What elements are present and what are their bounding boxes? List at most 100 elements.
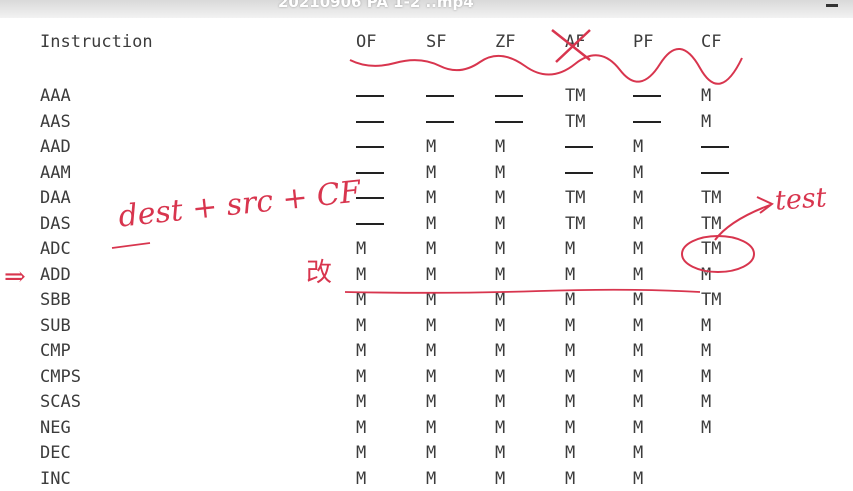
flag-zf: M — [495, 468, 506, 489]
flag-cf: TM — [701, 188, 722, 208]
flag-cf: TM — [701, 213, 722, 234]
header-zf: ZF — [495, 32, 516, 52]
flag-cf — [701, 137, 729, 157]
flag-af: M — [565, 417, 576, 438]
instruction-name: CMP — [40, 341, 71, 361]
flag-sf: M — [426, 315, 437, 336]
flag-af: TM — [565, 188, 586, 208]
instruction-name: NEG — [40, 417, 71, 438]
flag-of: M — [356, 417, 367, 438]
flag-sf — [426, 112, 454, 132]
instruction-name: ADC — [40, 239, 71, 259]
flag-cf — [701, 163, 729, 183]
flag-af — [565, 163, 593, 183]
undefined-dash — [356, 222, 384, 225]
flag-of — [356, 214, 384, 234]
flag-of: M — [356, 264, 367, 285]
undefined-dash — [356, 146, 384, 148]
flag-pf: M — [633, 239, 644, 259]
flag-zf: M — [495, 264, 506, 285]
minimize-icon[interactable] — [826, 4, 838, 7]
flag-af: TM — [565, 86, 586, 106]
flag-cf: M — [701, 392, 712, 412]
header-cf: CF — [701, 32, 722, 52]
flag-zf — [495, 112, 523, 132]
instruction-name: SUB — [40, 315, 71, 336]
instruction-name: CMPS — [40, 366, 81, 387]
instruction-name: SCAS — [40, 392, 81, 412]
header-sf: SF — [426, 32, 447, 52]
flag-af: M — [565, 341, 576, 361]
instruction-name: DEC — [40, 443, 71, 463]
header-af: AF — [565, 32, 586, 52]
flag-zf: M — [495, 315, 506, 336]
flag-af — [565, 137, 593, 157]
flag-of: M — [356, 315, 367, 336]
flag-of: M — [356, 290, 367, 310]
undefined-dash — [356, 120, 384, 123]
flag-sf: M — [426, 213, 437, 234]
flag-zf: M — [495, 239, 506, 259]
header-of: OF — [356, 32, 377, 52]
instruction-name: SBB — [40, 290, 71, 310]
flag-pf: M — [633, 213, 644, 234]
undefined-dash — [565, 171, 593, 174]
annotation-arrow-add: ⇒ — [4, 262, 26, 292]
flag-zf — [495, 86, 523, 106]
flag-zf: M — [495, 417, 506, 438]
flags-table-document: Instruction OF SF ZF AF PF CF AAA TM M AAS TM M AAD M M… — [0, 18, 853, 491]
flag-cf: TM — [701, 290, 722, 310]
video-title-bar: 20210906 PA 1-2 ..mp4 — [0, 0, 853, 18]
undefined-dash — [633, 120, 661, 123]
flag-pf: M — [633, 290, 644, 310]
flag-of: M — [356, 468, 367, 489]
flag-pf — [633, 112, 661, 132]
flag-pf: M — [633, 468, 644, 489]
flag-of — [356, 86, 384, 106]
flag-of — [356, 137, 384, 157]
flag-of — [356, 112, 384, 132]
instruction-name: AAA — [40, 86, 71, 106]
flag-af: M — [565, 264, 576, 285]
flag-pf: M — [633, 264, 644, 285]
flag-zf: M — [495, 137, 506, 157]
video-title: 20210906 PA 1-2 ..mp4 — [278, 0, 474, 11]
flag-cf: M — [701, 341, 712, 361]
undefined-dash — [426, 120, 454, 123]
undefined-dash — [633, 95, 661, 97]
instruction-name: DAA — [40, 188, 71, 208]
undefined-dash — [426, 95, 454, 97]
flag-pf: M — [633, 366, 644, 387]
instruction-name: AAS — [40, 111, 71, 132]
flag-pf: M — [633, 188, 644, 208]
flag-zf: M — [495, 290, 506, 310]
flag-pf: M — [633, 341, 644, 361]
flag-of: M — [356, 443, 367, 463]
instruction-name: AAM — [40, 162, 71, 183]
flag-cf: M — [701, 264, 712, 285]
flag-sf: M — [426, 188, 437, 208]
flag-sf: M — [426, 417, 437, 438]
flag-sf: M — [426, 443, 437, 463]
flag-pf: M — [633, 417, 644, 438]
flag-of: M — [356, 392, 367, 412]
undefined-dash — [701, 146, 729, 148]
flag-of — [356, 163, 384, 183]
flag-af: TM — [565, 213, 586, 234]
flag-sf: M — [426, 392, 437, 412]
flag-cf: TM — [701, 239, 722, 259]
header-pf: PF — [633, 32, 654, 52]
instruction-name: AAD — [40, 137, 71, 157]
flag-pf: M — [633, 315, 644, 336]
annotation-test: test — [773, 182, 828, 217]
flag-af: M — [565, 315, 576, 336]
flag-sf: M — [426, 290, 437, 310]
instruction-name: INC — [40, 468, 71, 489]
undefined-dash — [565, 146, 593, 148]
instruction-name: DAS — [40, 213, 71, 234]
flag-cf: M — [701, 111, 712, 132]
flag-pf — [633, 86, 661, 106]
flag-sf: M — [426, 239, 437, 259]
flag-pf: M — [633, 162, 644, 183]
undefined-dash — [356, 95, 384, 97]
